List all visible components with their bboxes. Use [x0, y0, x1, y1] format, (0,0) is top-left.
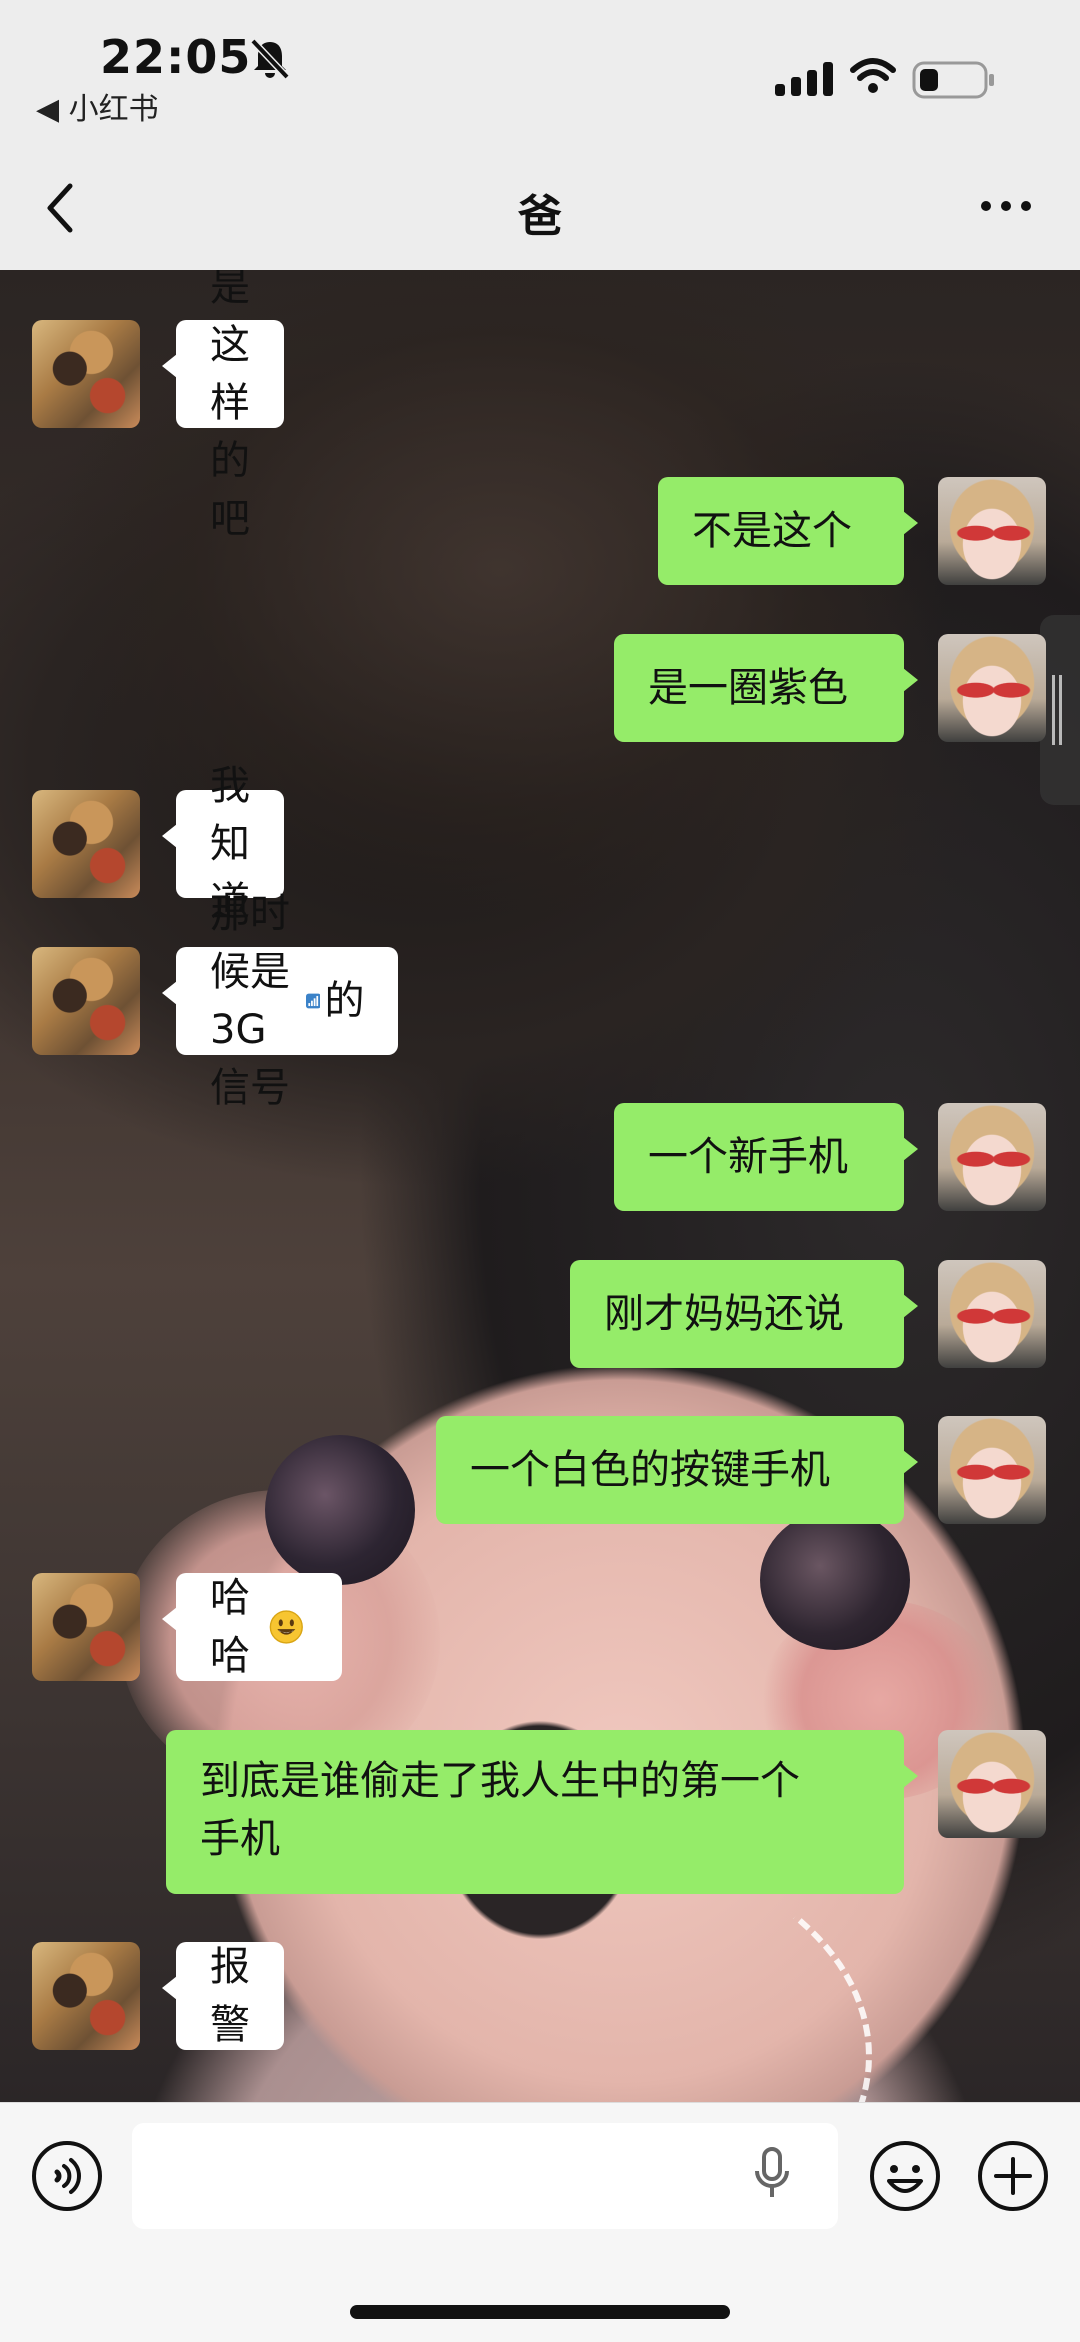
home-indicator[interactable] — [350, 2305, 730, 2319]
smile-emoji-icon — [270, 1610, 304, 1644]
message-text: 那时候是 3G信号 — [210, 891, 290, 1111]
message-text: 刚才妈妈还说 — [604, 1291, 844, 1337]
dad-avatar[interactable] — [32, 1573, 140, 1681]
outgoing-bubble[interactable]: 到底是谁偷走了我人生中的第一个 手机 — [166, 1730, 918, 1894]
my-avatar[interactable] — [938, 1260, 1046, 1368]
outgoing-bubble[interactable]: 刚才妈妈还说 — [570, 1260, 918, 1368]
chat-area[interactable]: 不是这样的吧 不是这个 是一圈紫色 我知道 那时候是 3G信号 — [0, 270, 1080, 2102]
message-text: 到底是谁偷走了我人生中的第一个 — [200, 1758, 800, 1804]
message-text: 哈哈 — [210, 1575, 250, 1679]
dad-avatar[interactable] — [32, 320, 140, 428]
signal-icon — [775, 62, 833, 96]
message-input[interactable] — [132, 2123, 838, 2229]
my-avatar[interactable] — [938, 1730, 1046, 1838]
scroll-handle[interactable] — [1040, 615, 1080, 805]
incoming-bubble[interactable]: 哈哈 — [162, 1573, 342, 1681]
battery-icon — [912, 61, 994, 99]
message-text: 不是这样的吧 — [210, 270, 250, 542]
message-text: 手机 — [200, 1816, 280, 1862]
wallpaper-eye — [760, 1510, 910, 1650]
outgoing-bubble[interactable]: 是一圈紫色 — [614, 634, 918, 742]
signal-bars-emoji-icon — [305, 993, 321, 1009]
my-avatar[interactable] — [938, 1416, 1046, 1524]
status-time: 22:05 — [100, 30, 252, 84]
more-icon[interactable] — [980, 200, 1032, 212]
message-text: 一个白色的按键手机 — [470, 1447, 830, 1493]
my-avatar[interactable] — [938, 477, 1046, 585]
incoming-bubble[interactable]: 报警 — [162, 1942, 284, 2050]
message-text: 是一圈紫色 — [648, 665, 848, 711]
wallpaper-hair — [0, 270, 1080, 1150]
wifi-icon — [850, 58, 896, 93]
top-bar: 22:05 ◀ 小红书 爸 — [0, 0, 1080, 270]
dad-avatar[interactable] — [32, 790, 140, 898]
back-to-app-link[interactable]: ◀ 小红书 — [36, 84, 159, 128]
message-text: 一个新手机 — [648, 1134, 848, 1180]
wallpaper-eye — [265, 1435, 415, 1585]
plus-icon[interactable] — [976, 2139, 1050, 2213]
incoming-bubble[interactable]: 不是这样的吧 — [162, 270, 284, 542]
dad-avatar[interactable] — [32, 947, 140, 1055]
message-text: 报警 — [210, 1944, 250, 2048]
chat-title: 爸 — [518, 191, 562, 242]
emoji-icon[interactable] — [868, 2139, 942, 2213]
outgoing-bubble[interactable]: 不是这个 — [658, 477, 918, 585]
outgoing-bubble[interactable]: 一个新手机 — [614, 1103, 918, 1211]
bell-muted-icon — [250, 38, 290, 80]
voice-icon[interactable] — [30, 2139, 104, 2213]
outgoing-bubble[interactable]: 一个白色的按键手机 — [436, 1416, 918, 1524]
my-avatar[interactable] — [938, 1103, 1046, 1211]
message-text: 的 — [324, 978, 365, 1024]
mic-icon[interactable] — [752, 2145, 792, 2205]
incoming-bubble[interactable]: 我知道 — [162, 763, 284, 925]
dad-avatar[interactable] — [32, 1942, 140, 2050]
incoming-bubble[interactable]: 那时候是 3G信号 的 — [161, 891, 399, 1111]
message-text: 不是这个 — [692, 508, 852, 554]
my-avatar[interactable] — [938, 634, 1046, 742]
